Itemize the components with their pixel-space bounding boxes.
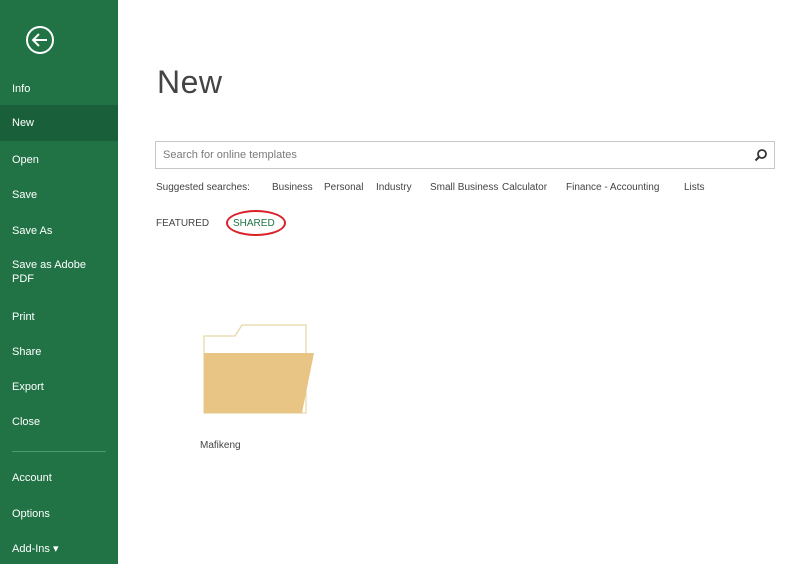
sidebar-item-info[interactable]: Info xyxy=(0,82,118,96)
search-icon[interactable] xyxy=(754,148,768,162)
sidebar-item-label: Open xyxy=(12,154,39,166)
suggested-link-calculator[interactable]: Calculator xyxy=(502,182,547,193)
sidebar-item-save-as-pdf[interactable]: Save as Adobe PDF xyxy=(0,258,90,286)
suggested-link-personal[interactable]: Personal xyxy=(324,182,363,193)
search-input[interactable] xyxy=(163,145,723,165)
template-folder[interactable] xyxy=(202,323,314,415)
back-arrow-icon xyxy=(26,26,54,54)
sidebar-item-account[interactable]: Account xyxy=(0,471,118,485)
folder-label: Mafikeng xyxy=(200,440,241,451)
sidebar-item-label: Info xyxy=(12,83,31,95)
tab-featured[interactable]: FEATURED xyxy=(156,218,209,229)
suggested-label: Suggested searches: xyxy=(156,182,250,193)
sidebar-item-label: Print xyxy=(12,311,35,323)
sidebar-item-label: Save xyxy=(12,189,38,201)
backstage-sidebar: Info New Open Save Save As Save as Adobe… xyxy=(0,0,118,564)
sidebar-item-open[interactable]: Open xyxy=(0,153,118,167)
search-box[interactable] xyxy=(155,141,775,169)
page-title: New xyxy=(157,64,223,100)
sidebar-item-label: Save As xyxy=(12,225,53,237)
sidebar-item-label: Close xyxy=(12,416,41,428)
sidebar-item-options[interactable]: Options xyxy=(0,507,118,521)
back-button[interactable] xyxy=(24,24,56,56)
sidebar-item-add-ins[interactable]: Add-Ins ▾ xyxy=(0,542,118,556)
suggested-link-finance-accounting[interactable]: Finance - Accounting xyxy=(566,182,659,193)
sidebar-item-save-as[interactable]: Save As xyxy=(0,224,118,238)
sidebar-item-close[interactable]: Close xyxy=(0,415,118,429)
sidebar-item-label: Options xyxy=(12,508,50,520)
sidebar-item-new[interactable]: New xyxy=(0,105,118,141)
suggested-link-small-business[interactable]: Small Business xyxy=(430,182,498,193)
sidebar-item-print[interactable]: Print xyxy=(0,310,118,324)
suggested-link-industry[interactable]: Industry xyxy=(376,182,412,193)
sidebar-item-label: Save as Adobe PDF xyxy=(12,259,87,285)
sidebar-item-label: Export xyxy=(12,381,44,393)
sidebar-item-label: Share xyxy=(12,346,42,358)
sidebar-item-label: Account xyxy=(12,472,52,484)
sidebar-item-share[interactable]: Share xyxy=(0,345,118,359)
sidebar-item-export[interactable]: Export xyxy=(0,380,118,394)
suggested-link-lists[interactable]: Lists xyxy=(684,182,705,193)
sidebar-item-label: New xyxy=(12,117,35,129)
main-content: New Suggested searches: Business Persona… xyxy=(118,0,785,564)
folder-icon xyxy=(203,324,314,414)
sidebar-divider xyxy=(12,451,106,452)
sidebar-item-save[interactable]: Save xyxy=(0,188,118,202)
sidebar-item-label: Add-Ins ▾ xyxy=(12,543,59,555)
tab-shared[interactable]: SHARED xyxy=(233,218,275,229)
suggested-link-business[interactable]: Business xyxy=(272,182,313,193)
